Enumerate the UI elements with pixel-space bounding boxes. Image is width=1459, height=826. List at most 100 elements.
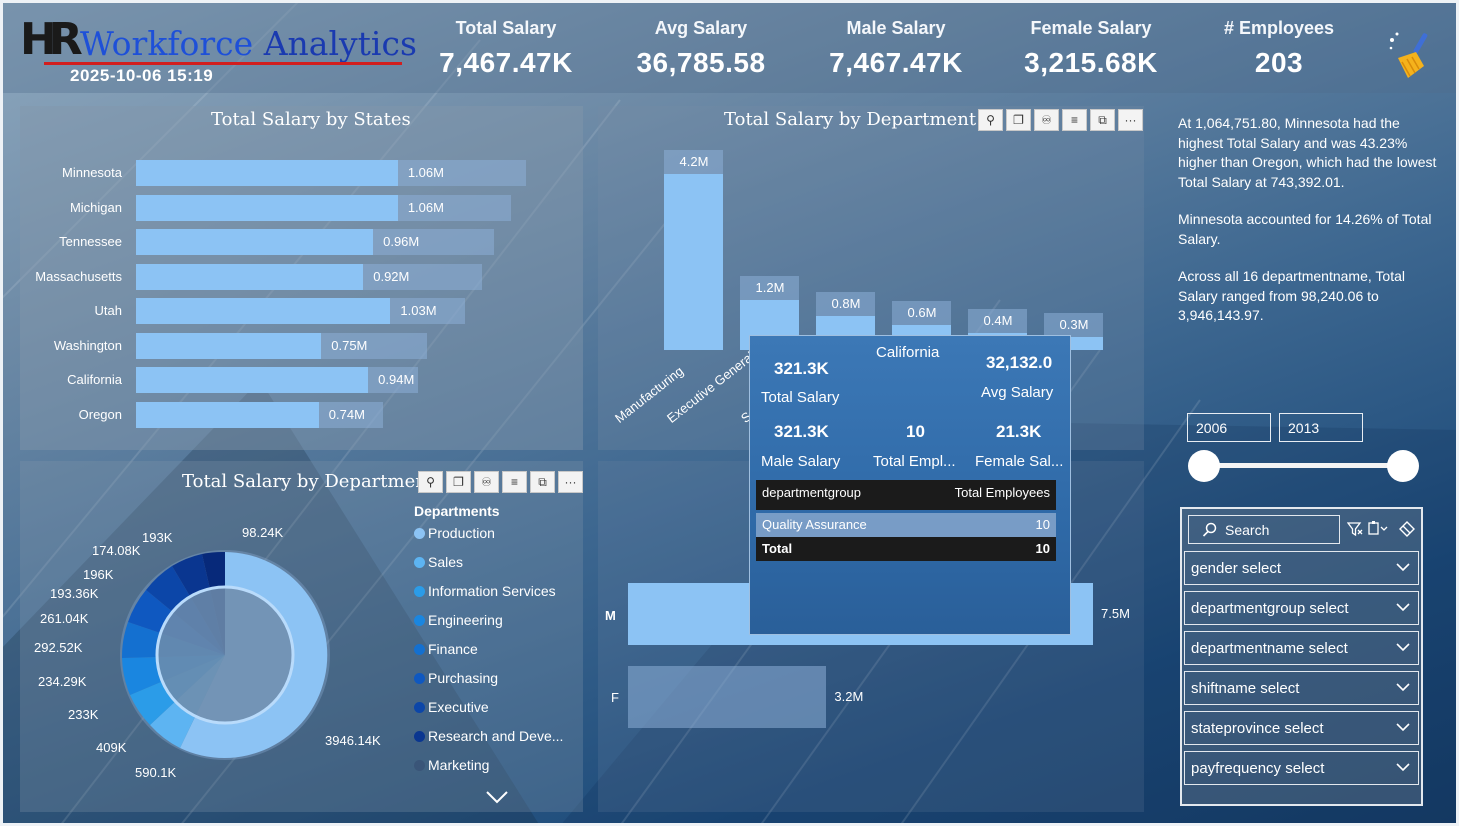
state-bar-row[interactable]: California 0.94M [20, 367, 580, 393]
logo-title: Workforce Analytics [80, 24, 417, 63]
table-total-row: Total 10 [756, 537, 1056, 561]
state-bar [136, 229, 374, 255]
year-slider-start-handle[interactable] [1188, 450, 1220, 482]
legend-item[interactable]: Production [414, 525, 495, 541]
legend-label: Marketing [428, 757, 490, 773]
filter-payfrequency[interactable]: payfrequency select [1184, 751, 1419, 785]
donut-label-3: 409K [96, 740, 127, 755]
donut-label-11: 193K [142, 530, 173, 545]
legend-item[interactable]: Information Services [414, 583, 556, 599]
legend-dot-icon [414, 557, 425, 568]
year-end-input[interactable]: 2013 [1279, 413, 1363, 442]
donut-label-4: 233K [68, 707, 99, 722]
legend-dot-icon [414, 615, 425, 626]
state-bar-row[interactable]: Tennessee 0.96M [20, 229, 580, 255]
table-row: Quality Assurance 10 [756, 513, 1056, 537]
donut-label-10: 174.08K [92, 543, 141, 558]
year-slider-end-handle[interactable] [1387, 450, 1419, 482]
donut-label-7: 261.04K [40, 611, 89, 626]
legend-dot-icon [414, 731, 425, 742]
pin-icon[interactable]: ⚲ [978, 109, 1003, 131]
legend-dot-icon [414, 528, 425, 539]
state-bar [136, 298, 391, 324]
smart-narrative: At 1,064,751.80, Minnesota had the highe… [1178, 114, 1438, 344]
focus-mode-icon[interactable]: ⧉ [1090, 109, 1115, 131]
legend-item[interactable]: Executive [414, 699, 489, 715]
legend-item[interactable]: Research and Deve... [414, 728, 563, 744]
state-bar-row[interactable]: Massachusetts 0.92M [20, 263, 580, 290]
chevron-down-icon [1396, 563, 1410, 572]
copy-icon[interactable]: ❐ [1006, 109, 1031, 131]
format-painter-icon[interactable] [1368, 520, 1388, 538]
deptgroup-value-label: 0.6M [907, 304, 937, 320]
eraser-icon[interactable] [1398, 520, 1416, 538]
logo: HR Workforce Analytics 2025-10-06 15:19 [20, 14, 417, 88]
state-label: Massachusetts [35, 268, 122, 284]
copy-icon[interactable]: ❐ [446, 471, 471, 493]
deptgroup-value-label: 0.3M [1059, 317, 1089, 333]
filter-stateprovince[interactable]: stateprovince select [1184, 711, 1419, 745]
legend-item[interactable]: Engineering [414, 612, 503, 628]
state-label: Minnesota [62, 165, 122, 180]
bell-icon[interactable]: ♾ [1034, 109, 1059, 131]
donut-label-12: 98.24K [242, 525, 284, 540]
filter-shiftname[interactable]: shiftname select [1184, 671, 1419, 705]
donut-label-6: 292.52K [34, 640, 83, 655]
state-value-label: 1.06M [407, 165, 444, 180]
state-bar-row[interactable]: Oregon 0.74M [20, 401, 580, 428]
legend-label: Purchasing [428, 670, 499, 686]
filter-icon[interactable]: ≡ [1062, 109, 1087, 131]
logo-hr-mark: HR [20, 14, 83, 65]
tooltip-title: California [876, 344, 940, 361]
logo-underline [44, 62, 402, 65]
dept-donut-chart [120, 550, 330, 760]
focus-mode-icon[interactable]: ⧉ [530, 471, 555, 493]
donut-label-9: 196K [83, 567, 114, 582]
legend-item[interactable]: Marketing [414, 757, 489, 773]
filter-departmentname[interactable]: departmentname select [1184, 631, 1419, 665]
legend-item[interactable]: Finance [414, 641, 478, 657]
legend-dot-icon [414, 644, 425, 655]
state-value-label: 0.75M [331, 337, 368, 353]
more-options-icon[interactable]: ··· [558, 471, 583, 493]
filter-departmentgroup[interactable]: departmentgroup select [1184, 591, 1419, 625]
chevron-down-icon [1396, 763, 1410, 772]
filter-icon[interactable]: ≡ [502, 471, 527, 493]
year-slider-track[interactable] [1204, 463, 1404, 468]
legend-dot-icon [414, 702, 425, 713]
filter-gender[interactable]: gender select [1184, 551, 1419, 585]
chevron-down-icon[interactable] [485, 790, 509, 804]
gender-label-m: M [605, 608, 616, 623]
state-bar-row[interactable]: Michigan 1.06M [20, 194, 580, 221]
state-bar-row[interactable]: Minnesota 1.06M [20, 160, 580, 186]
legend-item[interactable]: Sales [414, 554, 463, 570]
state-bar-row[interactable]: Washington 0.75M [20, 332, 580, 359]
search-icon [1202, 522, 1217, 537]
filters-panel: Search gender select departmentgroup sel… [1180, 507, 1423, 806]
legend-label: Executive [428, 699, 489, 715]
tooltip-table-header: departmentgroup Total Employees [756, 480, 1056, 510]
narrative-paragraph-1: At 1,064,751.80, Minnesota had the highe… [1178, 115, 1437, 190]
state-label: Oregon [78, 406, 122, 422]
gender-label-f: F [611, 690, 619, 705]
state-label: Tennessee [59, 234, 122, 249]
chevron-down-icon [1396, 643, 1410, 652]
more-options-icon[interactable]: ··· [1118, 109, 1143, 131]
year-start-input[interactable]: 2006 [1187, 413, 1271, 442]
broom-icon[interactable] [1388, 30, 1436, 80]
legend-dot-icon [414, 760, 425, 771]
gender-bar-female [628, 666, 827, 728]
pin-icon[interactable]: ⚲ [418, 471, 443, 493]
deptgroup-chart-title: Total Salary by Department G [724, 109, 997, 130]
state-bar-row[interactable]: Utah 1.03M [20, 298, 580, 324]
clear-filter-icon[interactable] [1347, 521, 1363, 537]
donut-label-1: 3946.14K [325, 733, 381, 748]
legend-item[interactable]: Purchasing [414, 670, 498, 686]
deptgroup-value-label: 4.2M [679, 153, 709, 169]
legend-title: Departments [414, 503, 500, 519]
chevron-down-icon [1396, 683, 1410, 692]
state-value-label: 0.96M [383, 234, 420, 249]
chevron-down-icon [1396, 723, 1410, 732]
donut-label-5: 234.29K [38, 674, 87, 689]
bell-icon[interactable]: ♾ [474, 471, 499, 493]
